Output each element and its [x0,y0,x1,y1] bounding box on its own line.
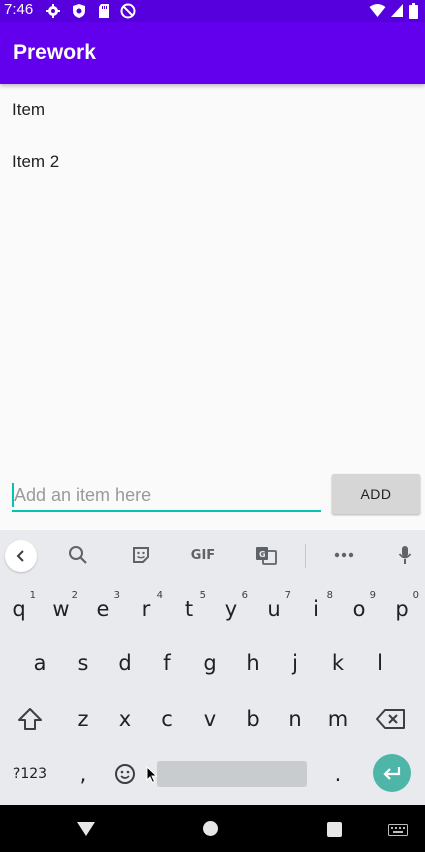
emoji-icon [115,764,135,784]
key-f[interactable]: f [148,640,186,686]
key-label: r [141,597,151,621]
key-hint: 3 [113,590,120,601]
nav-back-button[interactable] [76,821,96,837]
key-label: t [184,597,194,621]
key-r[interactable]: r4 [127,586,165,632]
item-input[interactable]: Add an item here [12,482,321,512]
list-item[interactable]: Item 2 [0,136,425,188]
nav-recents-button[interactable] [327,822,342,837]
app-title: Prework [13,41,96,64]
signal-icon [391,4,403,17]
key-c[interactable]: c [148,696,186,742]
keyboard-sticker-button[interactable] [127,542,155,568]
key-a[interactable]: a [21,640,59,686]
chevron-left-icon [16,550,24,562]
keyboard-toolbar: GIF G [0,530,425,580]
key-m[interactable]: m [319,696,357,742]
key-w[interactable]: w2 [42,586,80,632]
key-hint: 6 [241,590,248,601]
keyboard-translate-button[interactable]: G [252,542,280,568]
key-z[interactable]: z [64,696,102,742]
wifi-icon [369,4,386,17]
key-label: e [96,597,110,621]
keyboard-collapse-button[interactable] [5,540,37,572]
keyboard-voice-button[interactable] [391,542,419,568]
key-label: u [267,597,281,621]
emoji-key[interactable] [106,751,144,797]
key-label: o [352,597,366,621]
more-horizontal-icon [334,552,354,558]
key-g[interactable]: g [191,640,229,686]
toolbar-divider [305,544,306,568]
key-hint: 8 [326,590,333,601]
key-j[interactable]: j [276,640,314,686]
soft-keyboard: GIF G q1 w2 e3 r4 t5 y6 u7 i8 o9 p 0 a s… [0,530,425,805]
key-q[interactable]: q1 [0,586,38,632]
shield-icon [73,4,85,18]
keyboard-switch-icon[interactable] [388,824,408,836]
sd-card-icon [99,4,109,18]
key-hint: 2 [71,590,78,601]
comma-key[interactable]: , [64,751,102,797]
keyboard-more-button[interactable] [330,542,358,568]
key-hint: 4 [156,590,163,601]
key-l[interactable]: l [361,640,399,686]
items-list: Item Item 2 [0,84,425,188]
key-h[interactable]: h [234,640,272,686]
key-hint: 0 [412,590,419,601]
key-label: y [224,597,238,621]
key-label: w [52,597,70,621]
spacebar-key[interactable] [157,761,307,787]
gear-icon [46,4,60,18]
keyboard-gif-button[interactable]: GIF [188,542,218,568]
nav-home-button[interactable] [203,821,218,836]
no-disturb-icon [120,3,136,19]
item-input-placeholder: Add an item here [14,485,152,505]
key-label: p [395,597,409,621]
key-n[interactable]: n [276,696,314,742]
search-icon [69,546,87,564]
add-button[interactable]: ADD [332,474,420,514]
key-b[interactable]: b [234,696,272,742]
translate-icon: G [256,547,277,565]
status-bar: 7:46 [0,0,425,22]
key-k[interactable]: k [319,640,357,686]
period-key[interactable]: . [319,751,357,797]
key-hint: 9 [369,590,376,601]
battery-icon [409,3,418,19]
key-s[interactable]: s [64,640,102,686]
add-item-row: Add an item here ADD [0,470,425,520]
microphone-icon [398,546,412,564]
key-i[interactable]: i8 [297,586,335,632]
mouse-pointer-icon [146,766,158,784]
key-hint: 1 [29,590,36,601]
status-time: 7:46 [4,1,34,18]
key-o[interactable]: o9 [340,586,378,632]
app-bar: Prework [0,22,425,84]
key-hint: 7 [284,590,291,601]
enter-key[interactable] [373,754,411,792]
shift-key[interactable] [11,696,49,742]
enter-icon [383,767,401,780]
key-u[interactable]: u7 [255,586,293,632]
backspace-icon [376,709,405,729]
key-label: q [12,597,26,621]
system-nav-bar [0,805,425,852]
key-label: i [313,597,319,621]
sticker-icon [133,547,149,563]
shift-icon [18,708,42,730]
key-e[interactable]: e3 [84,586,122,632]
key-p[interactable]: p0 [383,586,421,632]
svg-text:G: G [259,550,266,559]
key-v[interactable]: v [191,696,229,742]
backspace-key[interactable] [372,696,410,742]
key-hint: 5 [199,590,206,601]
key-d[interactable]: d [106,640,144,686]
symbols-key[interactable]: ?123 [8,751,52,797]
key-t[interactable]: t5 [170,586,208,632]
key-x[interactable]: x [106,696,144,742]
keyboard-search-button[interactable] [64,542,92,568]
key-y[interactable]: y6 [212,586,250,632]
list-item[interactable]: Item [0,84,425,136]
